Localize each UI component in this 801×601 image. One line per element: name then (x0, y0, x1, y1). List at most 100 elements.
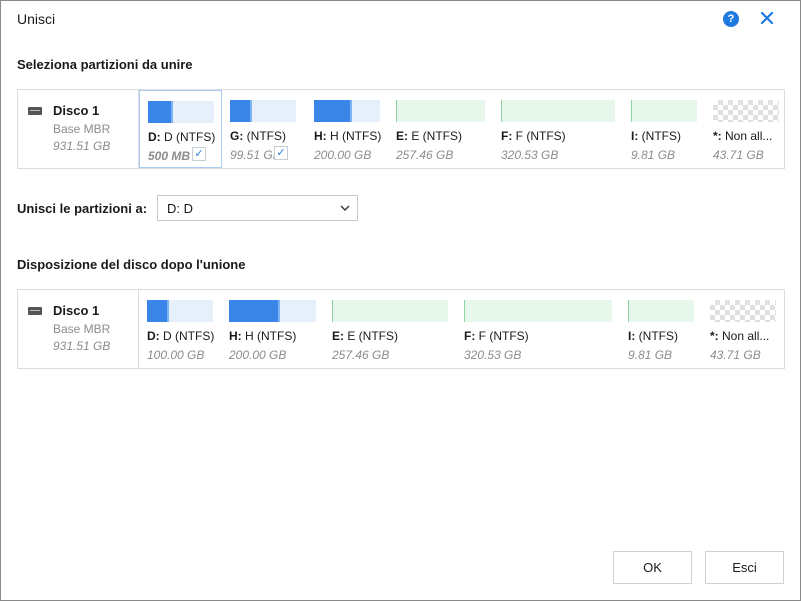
result-partition-1[interactable]: H: H (NTFS) 200.00 GB (221, 290, 324, 368)
partition-size: 43.71 GB (710, 348, 761, 362)
result-partition-3[interactable]: F: F (NTFS) 320.53 GB (456, 290, 620, 368)
partition-usage-bar (713, 100, 779, 122)
disk-icon (28, 107, 42, 115)
partition-size: 43.71 GB (713, 148, 764, 162)
partition-label: G: (NTFS) (230, 129, 304, 143)
result-partition-4[interactable]: I: (NTFS) 9.81 GB (620, 290, 702, 368)
partition-used-fill (501, 100, 502, 122)
partition-used-fill (332, 300, 333, 322)
partition-used-fill (148, 101, 173, 123)
partition-label: E: E (NTFS) (396, 129, 491, 143)
partition-name: D (NTFS) (159, 329, 215, 343)
result-layout-heading: Disposizione del disco dopo l'unione (17, 257, 246, 272)
disk-info: Disco 1 Base MBR 931.51 GB (18, 90, 139, 168)
partition-name: Non all... (718, 329, 770, 343)
partition-label: H: H (NTFS) (229, 329, 322, 343)
partition-letter: F: (501, 129, 513, 143)
partition-name: (NTFS) (638, 129, 681, 143)
checkmark-icon[interactable]: ✓ (274, 146, 288, 160)
partition-size: 9.81 GB (631, 148, 676, 162)
partition-usage-bar (501, 100, 615, 122)
cancel-button[interactable]: Esci (705, 551, 784, 584)
window-title: Unisci (17, 11, 56, 27)
partition-label: F: F (NTFS) (501, 129, 621, 143)
partition-used-fill (396, 100, 397, 122)
select-partition-0[interactable]: D: D (NTFS) 500 MB ✓ (139, 90, 222, 168)
partition-usage-bar (229, 300, 316, 322)
partition-usage-bar (628, 300, 694, 322)
select-partition-6[interactable]: *: Non all... 43.71 GB (705, 90, 785, 168)
partition-label: F: F (NTFS) (464, 329, 618, 343)
result-disk-panel: Disco 1 Base MBR 931.51 GB D: D (NTFS) 10… (17, 289, 785, 369)
select-disk-panel: Disco 1 Base MBR 931.51 GB D: D (NTFS) 50… (17, 89, 785, 169)
partition-letter: *: (710, 329, 719, 343)
partition-name: H (NTFS) (241, 329, 297, 343)
partition-used-fill (314, 100, 352, 122)
partition-letter: H: (229, 329, 242, 343)
result-partition-0[interactable]: D: D (NTFS) 100.00 GB (139, 290, 221, 368)
partition-size: 200.00 GB (314, 148, 372, 162)
partition-label: H: H (NTFS) (314, 129, 386, 143)
partition-used-fill (628, 300, 629, 322)
partition-name: D (NTFS) (160, 130, 216, 144)
close-icon[interactable] (758, 9, 776, 27)
partition-label: *: Non all... (713, 129, 783, 143)
partition-used-fill (229, 300, 280, 322)
disk-icon (28, 307, 42, 315)
partition-usage-bar (332, 300, 448, 322)
merge-dialog: Unisci ? Seleziona partizioni da unire D… (0, 0, 801, 601)
partition-size: 500 MB (148, 149, 191, 163)
partition-usage-bar (396, 100, 485, 122)
disk-size: 931.51 GB (53, 139, 111, 153)
merge-target-value: D: D (167, 201, 193, 216)
select-partition-2[interactable]: H: H (NTFS) 200.00 GB (306, 90, 388, 168)
ok-button[interactable]: OK (613, 551, 692, 584)
partition-size: 257.46 GB (332, 348, 390, 362)
chevron-down-icon (340, 205, 350, 211)
partition-label: D: D (NTFS) (147, 329, 219, 343)
partition-usage-bar (314, 100, 380, 122)
partition-used-fill (147, 300, 169, 322)
partition-label: I: (NTFS) (628, 329, 700, 343)
partition-used-fill (464, 300, 465, 322)
result-partition-5[interactable]: *: Non all... 43.71 GB (702, 290, 785, 368)
partition-label: I: (NTFS) (631, 129, 703, 143)
partition-letter: H: (314, 129, 327, 143)
title-bar: Unisci ? (1, 1, 800, 37)
partition-letter: E: (332, 329, 344, 343)
merge-target-select[interactable]: D: D (157, 195, 358, 221)
select-partition-3[interactable]: E: E (NTFS) 257.46 GB (388, 90, 493, 168)
partition-used-fill (631, 100, 632, 122)
partition-used-fill (230, 100, 252, 122)
select-partition-5[interactable]: I: (NTFS) 9.81 GB (623, 90, 705, 168)
partition-letter: *: (713, 129, 722, 143)
help-icon[interactable]: ? (723, 11, 739, 27)
disk-type: Base MBR (53, 322, 111, 336)
partition-label: D: D (NTFS) (148, 130, 221, 144)
partition-size: 9.81 GB (628, 348, 673, 362)
partition-letter: E: (396, 129, 408, 143)
partition-size: 320.53 GB (501, 148, 559, 162)
partition-letter: D: (147, 329, 160, 343)
partition-usage-bar (464, 300, 612, 322)
select-partition-1[interactable]: G: (NTFS) 99.51 GB✓ (222, 90, 306, 168)
disk-name: Disco 1 (53, 303, 100, 318)
partition-usage-bar (710, 300, 776, 322)
result-partition-2[interactable]: E: E (NTFS) 257.46 GB (324, 290, 456, 368)
partition-usage-bar (148, 101, 214, 123)
select-partitions-heading: Seleziona partizioni da unire (17, 57, 193, 72)
partition-usage-bar (230, 100, 296, 122)
partition-usage-bar (147, 300, 213, 322)
partition-letter: D: (148, 130, 161, 144)
partition-usage-bar (631, 100, 697, 122)
partition-size: 100.00 GB (147, 348, 205, 362)
disk-info: Disco 1 Base MBR 931.51 GB (18, 290, 139, 368)
disk-name: Disco 1 (53, 103, 100, 118)
partition-name: Non all... (721, 129, 773, 143)
checkmark-icon[interactable]: ✓ (192, 147, 206, 161)
select-partition-4[interactable]: F: F (NTFS) 320.53 GB (493, 90, 623, 168)
partition-size: 257.46 GB (396, 148, 454, 162)
partition-letter: F: (464, 329, 476, 343)
partition-name: H (NTFS) (326, 129, 382, 143)
partition-name: E (NTFS) (344, 329, 398, 343)
